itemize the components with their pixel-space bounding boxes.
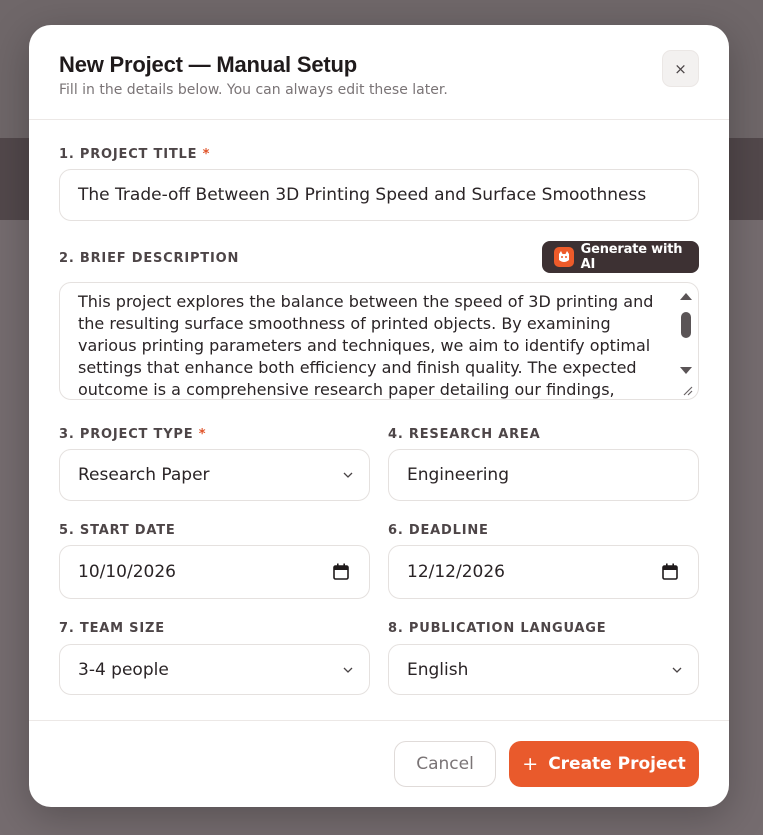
- generate-with-ai-button[interactable]: Generate with AI: [542, 241, 699, 273]
- project-type-value: Research Paper: [78, 465, 210, 485]
- new-project-modal: New Project — Manual Setup Fill in the d…: [29, 25, 729, 807]
- team-size-select[interactable]: 3-4 people: [59, 644, 370, 695]
- project-title-label-text: 1. PROJECT TITLE: [59, 147, 198, 162]
- project-type-label-text: 3. PROJECT TYPE: [59, 427, 194, 442]
- publication-language-label: 8. PUBLICATION LANGUAGE: [388, 621, 607, 636]
- chevron-down-icon: [672, 667, 682, 673]
- close-icon: ×: [674, 59, 687, 78]
- generate-with-ai-label: Generate with AI: [580, 242, 683, 272]
- project-type-select[interactable]: Research Paper: [59, 449, 370, 501]
- start-date-input[interactable]: 10/10/2026: [59, 545, 370, 599]
- calendar-icon[interactable]: [333, 563, 349, 580]
- description-label: 2. BRIEF DESCRIPTION: [59, 251, 240, 266]
- start-date-label: 5. START DATE: [59, 523, 176, 538]
- description-scrollbar[interactable]: [678, 287, 694, 397]
- required-marker: *: [198, 427, 207, 442]
- modal-header: New Project — Manual Setup Fill in the d…: [29, 25, 729, 120]
- team-size-label: 7. TEAM SIZE: [59, 621, 165, 636]
- publication-language-value: English: [407, 659, 469, 680]
- modal-subtitle: Fill in the details below. You can alway…: [59, 82, 448, 98]
- publication-language-select[interactable]: English: [388, 644, 699, 695]
- project-title-input[interactable]: The Trade-off Between 3D Printing Speed …: [59, 169, 699, 221]
- description-value: This project explores the balance betwee…: [78, 292, 654, 399]
- modal-footer: Cancel + Create Project: [29, 720, 729, 807]
- calendar-icon[interactable]: [662, 563, 678, 580]
- create-project-label: Create Project: [548, 754, 686, 774]
- plus-icon: +: [522, 753, 539, 775]
- required-marker: *: [202, 147, 211, 162]
- research-area-value: Engineering: [407, 465, 509, 485]
- project-title-label: 1. PROJECT TITLE *: [59, 147, 210, 162]
- project-title-value: The Trade-off Between 3D Printing Speed …: [78, 185, 647, 205]
- deadline-label: 6. DEADLINE: [388, 523, 489, 538]
- description-textarea[interactable]: This project explores the balance betwee…: [59, 282, 699, 400]
- chevron-down-icon: [343, 472, 353, 478]
- cancel-button[interactable]: Cancel: [394, 741, 496, 787]
- start-date-value: 10/10/2026: [78, 562, 176, 582]
- research-area-label: 4. RESEARCH AREA: [388, 427, 541, 442]
- create-project-button[interactable]: + Create Project: [509, 741, 699, 787]
- project-type-label: 3. PROJECT TYPE *: [59, 427, 206, 442]
- modal-title: New Project — Manual Setup: [59, 52, 357, 77]
- deadline-input[interactable]: 12/12/2026: [388, 545, 699, 599]
- ai-logo-icon: [554, 247, 574, 267]
- chevron-down-icon: [343, 667, 353, 673]
- team-size-value: 3-4 people: [78, 659, 169, 680]
- close-button[interactable]: ×: [662, 50, 699, 87]
- research-area-input[interactable]: Engineering: [388, 449, 699, 501]
- deadline-value: 12/12/2026: [407, 562, 505, 582]
